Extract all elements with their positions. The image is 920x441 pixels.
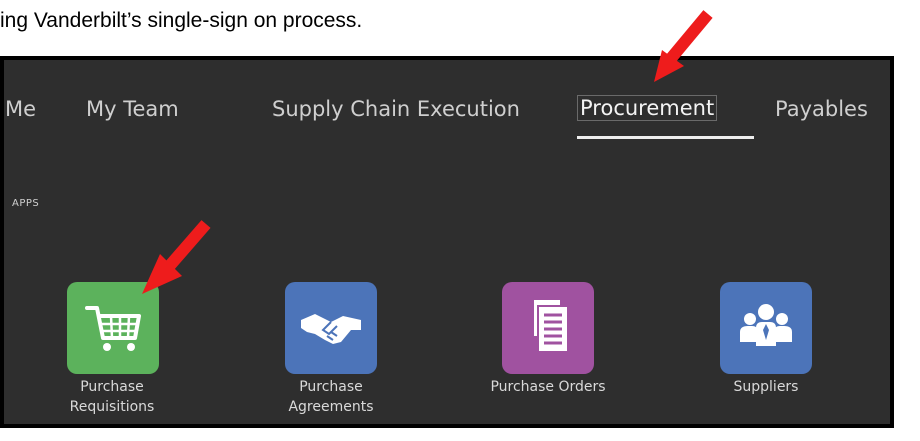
people-group-icon bbox=[740, 304, 792, 346]
purchase-agreements-label[interactable]: Purchase Agreements bbox=[251, 377, 411, 417]
tab-payables[interactable]: Payables bbox=[775, 97, 868, 121]
apps-section-label: APPS bbox=[12, 198, 40, 209]
active-tab-indicator bbox=[577, 136, 754, 139]
documents-icon bbox=[534, 300, 569, 353]
tab-supply-chain-execution[interactable]: Supply Chain Execution bbox=[272, 97, 520, 121]
handshake-icon bbox=[301, 314, 361, 344]
purchase-requisitions-label-line1: Purchase bbox=[80, 379, 144, 395]
purchase-agreements-label-line1: Purchase bbox=[299, 379, 363, 395]
suppliers-tile[interactable] bbox=[720, 282, 812, 374]
intro-text: ing Vanderbilt’s single-sign on process. bbox=[0, 9, 363, 32]
purchase-requisitions-label-line2: Requisitions bbox=[69, 399, 155, 415]
suppliers-label[interactable]: Suppliers bbox=[686, 377, 846, 397]
shopping-cart-icon bbox=[85, 306, 141, 351]
purchase-requisitions-label[interactable]: Purchase Requisitions bbox=[32, 377, 192, 417]
purchase-orders-label[interactable]: Purchase Orders bbox=[468, 377, 628, 397]
tab-procurement[interactable]: Procurement bbox=[577, 95, 718, 121]
purchase-orders-tile[interactable] bbox=[502, 282, 594, 374]
oracle-home-panel: Me My Team Supply Chain Execution Procur… bbox=[0, 56, 894, 428]
suppliers-label-line1: Suppliers bbox=[733, 379, 799, 395]
purchase-agreements-label-line2: Agreements bbox=[288, 399, 374, 415]
purchase-orders-label-line1: Purchase Orders bbox=[490, 379, 606, 395]
purchase-requisitions-tile[interactable] bbox=[67, 282, 159, 374]
tab-me[interactable]: Me bbox=[5, 97, 36, 121]
purchase-agreements-tile[interactable] bbox=[285, 282, 377, 374]
tab-my-team[interactable]: My Team bbox=[86, 97, 179, 121]
